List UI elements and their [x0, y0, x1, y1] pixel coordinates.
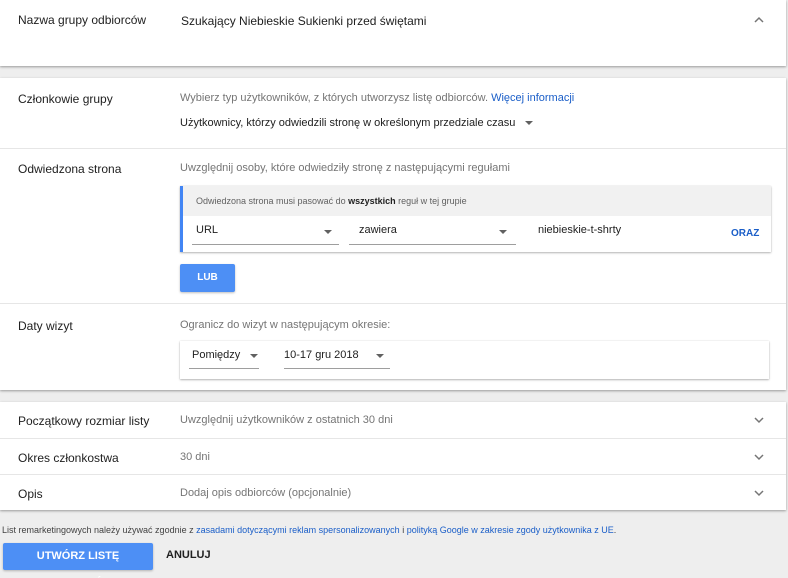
visit-dates-label: Daty wizyt — [18, 319, 73, 333]
chevron-down-icon[interactable] — [754, 452, 764, 462]
personalized-ads-policy-link[interactable]: zasadami dotyczącymi reklam spersonalizo… — [196, 525, 400, 535]
more-info-link[interactable]: Więcej informacji — [491, 92, 574, 104]
cancel-button[interactable]: ANULUJ — [166, 549, 211, 561]
chevron-down-icon[interactable] — [754, 488, 764, 498]
members-label: Członkowie grupy — [18, 92, 113, 106]
dropdown-caret-icon — [525, 121, 534, 126]
visited-page-hint: Uwzględnij osoby, które odwiedziły stron… — [180, 162, 510, 174]
or-button[interactable]: LUB — [180, 264, 235, 292]
rule-operator-value: zawiera — [359, 224, 397, 236]
initial-size-row[interactable]: Początkowy rozmiar listy Uwzględnij użyt… — [0, 402, 786, 438]
group-name-label: Nazwa grupy odbiorców — [18, 13, 147, 27]
members-select[interactable]: Użytkownicy, którzy odwiedzili stronę w … — [180, 117, 534, 129]
dropdown-caret-icon — [376, 354, 384, 358]
initial-size-label: Początkowy rozmiar listy — [18, 414, 150, 428]
range-type-select[interactable]: Pomiędzy — [192, 349, 258, 361]
date-range-select[interactable]: 10-17 gru 2018 — [284, 349, 384, 361]
initial-size-value: Uwzględnij użytkowników z ostatnich 30 d… — [180, 414, 393, 426]
rule-field-select[interactable]: URL — [196, 224, 332, 244]
policy-notice: List remarketingowych należy używać zgod… — [2, 525, 617, 535]
dropdown-caret-icon — [250, 354, 258, 358]
range-type-value: Pomiędzy — [192, 349, 241, 361]
group-name-card: Nazwa grupy odbiorców Szukający Niebiesk… — [0, 0, 786, 66]
chevron-up-icon[interactable] — [754, 15, 764, 25]
membership-value: 30 dni — [180, 451, 210, 463]
members-select-value: Użytkownicy, którzy odwiedzili stronę w … — [180, 117, 516, 129]
options-card: Początkowy rozmiar listy Uwzględnij użyt… — [0, 402, 786, 510]
date-range-box: Pomiędzy 10-17 gru 2018 — [180, 341, 769, 379]
description-row[interactable]: Opis Dodaj opis odbiorców (opcjonalnie) — [0, 474, 786, 510]
and-button[interactable]: ORAZ — [731, 228, 759, 239]
membership-label: Okres członkostwa — [18, 451, 119, 465]
rule-field-value: URL — [196, 224, 219, 236]
members-row: Członkowie grupy Wybierz typ użytkownikó… — [0, 78, 786, 148]
rule-value-input[interactable]: niebieskie-t-shrty — [538, 224, 621, 236]
visited-page-label: Odwiedzona strona — [18, 162, 122, 176]
create-audience-button[interactable]: UTWÓRZ LISTĘ ODBIORCÓW — [3, 543, 153, 578]
dropdown-caret-icon — [324, 230, 332, 234]
members-hint: Wybierz typ użytkowników, z których utwo… — [180, 92, 575, 104]
rule-group-header: Odwiedzona strona musi pasować do wszyst… — [183, 186, 771, 216]
membership-row[interactable]: Okres członkostwa 30 dni — [0, 438, 786, 474]
date-range-value: 10-17 gru 2018 — [284, 349, 359, 361]
description-value: Dodaj opis odbiorców (opcjonalnie) — [180, 487, 352, 499]
visit-dates-hint: Ogranicz do wizyt w następującym okresie… — [180, 319, 391, 331]
rule-group-box: Odwiedzona strona musi pasować do wszyst… — [180, 186, 771, 252]
group-name-value[interactable]: Szukający Niebieskie Sukienki przed świę… — [181, 14, 426, 28]
eu-consent-policy-link[interactable]: polityką Google w zakresie zgody użytkow… — [407, 525, 614, 535]
description-label: Opis — [18, 487, 43, 501]
chevron-down-icon[interactable] — [754, 415, 764, 425]
rule-operator-select[interactable]: zawiera — [359, 224, 507, 244]
dropdown-caret-icon — [499, 230, 507, 234]
